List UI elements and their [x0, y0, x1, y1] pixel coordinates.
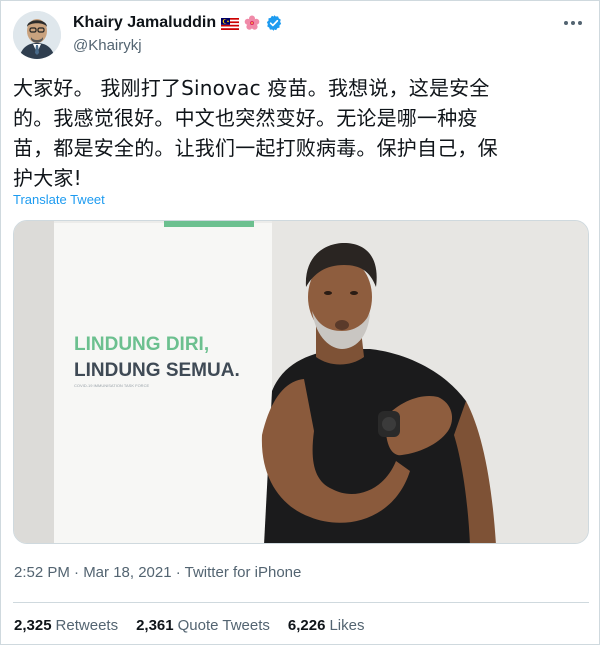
likes-label: Likes: [329, 617, 365, 634]
retweets-label: Retweets: [55, 617, 119, 634]
tweet-media[interactable]: LINDUNG DIRI, LINDUNG SEMUA. COVID-19 IM…: [13, 220, 589, 544]
author-handle[interactable]: @Khairykj: [73, 37, 283, 54]
tweet-timestamp: 2:52 PM · Mar 18, 2021 · Twitter for iPh…: [14, 564, 301, 581]
display-name[interactable]: Khairy Jamaluddin: [73, 14, 216, 32]
timestamp-text[interactable]: 2:52 PM · Mar 18, 2021 ·: [14, 564, 185, 581]
translate-tweet-link[interactable]: Translate Tweet: [13, 192, 105, 207]
verified-badge-icon: [265, 14, 283, 32]
tweet-text: 大家好。 我刚打了Sinovac 疫苗。我想说，这是安全 的。我感觉很好。中文也…: [13, 73, 589, 193]
retweets-count: 2,325: [14, 617, 52, 634]
banner-line-1: LINDUNG DIRI,: [74, 334, 209, 355]
divider: [13, 602, 589, 603]
tweet-stats: 2,325 Retweets 2,361 Quote Tweets 6,226 Lik…: [14, 617, 364, 634]
tweet-source[interactable]: Twitter for iPhone: [185, 564, 302, 581]
quote-tweets-label: Quote Tweets: [177, 617, 270, 634]
retweets-stat[interactable]: 2,325 Retweets: [14, 617, 118, 634]
video-frame: LINDUNG DIRI, LINDUNG SEMUA. COVID-19 IM…: [14, 221, 588, 543]
likes-stat[interactable]: 6,226 Likes: [288, 617, 365, 634]
author-names: Khairy Jamaluddin @Khairykj: [73, 12, 283, 54]
malaysia-flag-icon: [221, 17, 240, 30]
quote-tweets-count: 2,361: [136, 617, 174, 634]
more-options-icon[interactable]: [561, 13, 585, 33]
hibiscus-icon: [244, 15, 260, 31]
display-name-row: Khairy Jamaluddin: [73, 12, 283, 34]
likes-count: 6,226: [287, 617, 326, 634]
banner-line-2: LINDUNG SEMUA.: [74, 360, 240, 381]
tweet-line: 大家好。 我刚打了Sinovac 疫苗。我想说，这是安全: [13, 76, 490, 100]
tweet-header: Khairy Jamaluddin @Khairykj: [13, 11, 589, 61]
avatar[interactable]: [13, 11, 61, 59]
tweet-line: 的。我感觉很好。中文也突然变好。无论是哪一种疫: [13, 106, 478, 130]
quote-tweets-stat[interactable]: 2,361 Quote Tweets: [136, 617, 270, 634]
banner-small-text: COVID-19 IMMUNISATION TASK FORCE: [74, 383, 149, 388]
tweet-line: 苗，都是安全的。让我们一起打败病毒。保护自己，保: [13, 136, 498, 160]
tweet-line: 护大家!: [13, 166, 82, 190]
